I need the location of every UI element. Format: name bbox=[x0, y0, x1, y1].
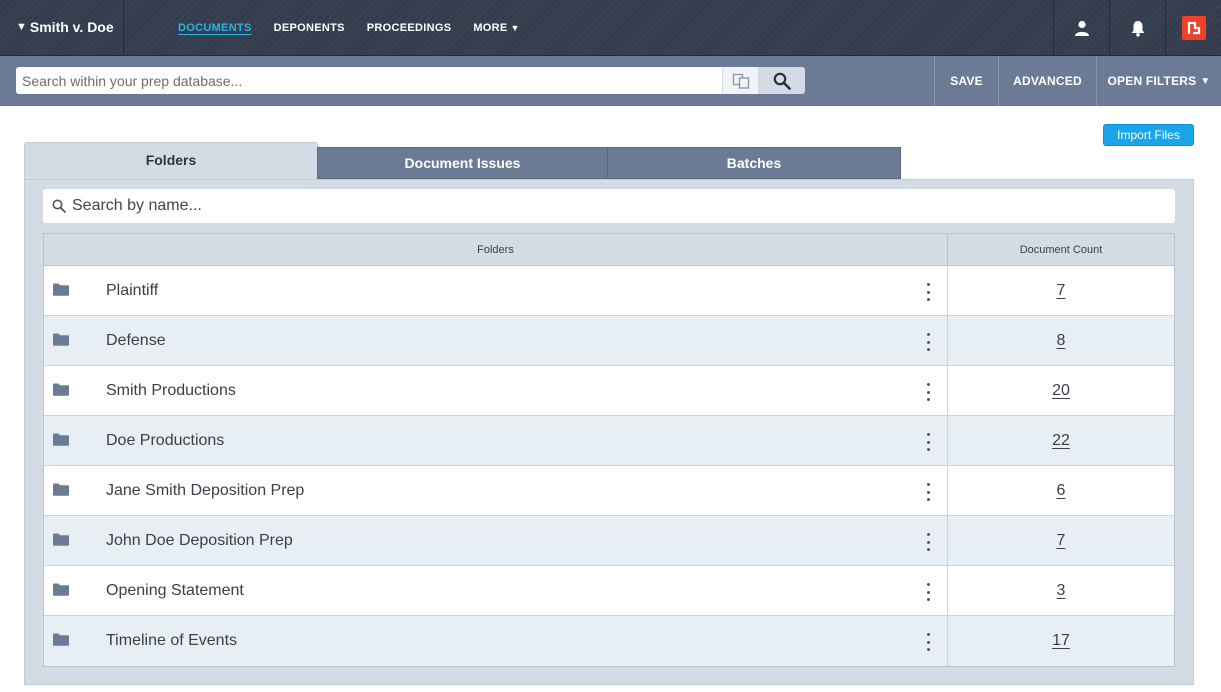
nav-documents[interactable]: DOCUMENTS bbox=[178, 22, 252, 34]
tab-document-issues[interactable]: Document Issues bbox=[317, 147, 608, 179]
folder-cell: Plaintiff bbox=[44, 266, 948, 315]
document-count-link[interactable]: 17 bbox=[948, 616, 1174, 666]
caret-down-icon: ▼ bbox=[510, 23, 520, 33]
table-row[interactable]: Defense 8 bbox=[44, 316, 1174, 366]
search-icon bbox=[52, 199, 66, 213]
caret-down-icon: ▼ bbox=[1200, 75, 1211, 87]
nav-right-icons bbox=[1053, 0, 1221, 56]
folder-name[interactable]: Plaintiff bbox=[106, 282, 158, 300]
more-options-icon[interactable] bbox=[924, 333, 932, 351]
more-options-icon[interactable] bbox=[924, 483, 932, 501]
folder-icon bbox=[53, 433, 69, 446]
folder-name[interactable]: Jane Smith Deposition Prep bbox=[106, 482, 304, 500]
app-logo-icon bbox=[1181, 16, 1206, 40]
folders-panel: Folders Document Count Plaintiff7Defense… bbox=[24, 179, 1194, 685]
advanced-button[interactable]: ADVANCED bbox=[998, 56, 1096, 106]
more-options-icon[interactable] bbox=[924, 433, 932, 451]
column-header-document-count[interactable]: Document Count bbox=[948, 234, 1174, 265]
document-count-link[interactable]: 20 bbox=[948, 366, 1174, 415]
table-row[interactable]: Jane Smith Deposition Prep 6 bbox=[44, 466, 1174, 516]
folder-name[interactable]: Smith Productions bbox=[106, 382, 236, 400]
nav-proceedings[interactable]: PROCEEDINGS bbox=[367, 22, 452, 34]
copy-icon bbox=[732, 73, 749, 89]
search-icon bbox=[773, 72, 791, 90]
folder-cell: John Doe Deposition Prep bbox=[44, 516, 948, 565]
document-count-link[interactable]: 8 bbox=[948, 316, 1174, 365]
document-count-link[interactable]: 3 bbox=[948, 566, 1174, 615]
document-count-link[interactable]: 6 bbox=[948, 466, 1174, 515]
more-options-icon[interactable] bbox=[924, 633, 932, 651]
folder-name[interactable]: Opening Statement bbox=[106, 582, 244, 600]
table-row[interactable]: Doe Productions 22 bbox=[44, 416, 1174, 466]
nav-deponents[interactable]: DEPONENTS bbox=[274, 22, 345, 34]
table-row[interactable]: Opening Statement 3 bbox=[44, 566, 1174, 616]
tab-folders[interactable]: Folders bbox=[24, 142, 318, 179]
folder-cell: Doe Productions bbox=[44, 416, 948, 465]
app-menu-button[interactable] bbox=[1165, 0, 1221, 56]
table-row[interactable]: Smith Productions 20 bbox=[44, 366, 1174, 416]
search-button[interactable] bbox=[758, 67, 805, 94]
folder-icon bbox=[53, 283, 69, 296]
folder-cell: Opening Statement bbox=[44, 566, 948, 615]
folder-search-box bbox=[43, 189, 1175, 223]
search-toolbar: SAVE ADVANCED OPEN FILTERS▼ bbox=[0, 56, 1221, 106]
user-button[interactable] bbox=[1053, 0, 1109, 56]
import-files-button[interactable]: Import Files bbox=[1103, 124, 1194, 146]
folder-cell: Defense bbox=[44, 316, 948, 365]
copy-search-button[interactable] bbox=[722, 67, 758, 94]
more-options-icon[interactable] bbox=[924, 283, 932, 301]
bell-icon bbox=[1131, 20, 1144, 37]
folder-name[interactable]: Doe Productions bbox=[106, 432, 224, 450]
case-selector[interactable]: ▼ Smith v. Doe bbox=[0, 0, 124, 56]
save-button[interactable]: SAVE bbox=[934, 56, 998, 106]
folder-name[interactable]: Defense bbox=[106, 332, 166, 350]
nav-more[interactable]: MORE ▼ bbox=[473, 22, 519, 34]
document-count-link[interactable]: 7 bbox=[948, 266, 1174, 315]
table-body: Plaintiff 7 Defense 8 Smith Productions 20 Doe… bbox=[44, 266, 1174, 666]
document-count-link[interactable]: 22 bbox=[948, 416, 1174, 465]
more-options-icon[interactable] bbox=[924, 383, 932, 401]
folder-cell: Smith Productions bbox=[44, 366, 948, 415]
folder-icon bbox=[53, 583, 69, 596]
folder-icon bbox=[53, 383, 69, 396]
document-count-link[interactable]: 7 bbox=[948, 516, 1174, 565]
folder-name[interactable]: John Doe Deposition Prep bbox=[106, 532, 293, 550]
open-filters-button[interactable]: OPEN FILTERS ▼ bbox=[1096, 56, 1221, 106]
case-title: Smith v. Doe bbox=[29, 19, 114, 35]
table-row[interactable]: Plaintiff 7 bbox=[44, 266, 1174, 316]
user-icon bbox=[1074, 20, 1089, 36]
notifications-button[interactable] bbox=[1109, 0, 1165, 56]
folder-icon bbox=[53, 633, 69, 646]
folder-search-input[interactable] bbox=[72, 197, 1152, 215]
folder-name[interactable]: Timeline of Events bbox=[106, 632, 237, 650]
main-nav-links: DOCUMENTS DEPONENTS PROCEEDINGS MORE ▼ bbox=[178, 0, 542, 56]
table-row[interactable]: Timeline of Events 17 bbox=[44, 616, 1174, 666]
nav-more-label: MORE bbox=[473, 22, 508, 34]
column-header-folders[interactable]: Folders bbox=[44, 234, 948, 265]
folder-icon bbox=[53, 483, 69, 496]
folders-table: Folders Document Count Plaintiff 7 Defense… bbox=[43, 233, 1175, 667]
tab-batches[interactable]: Batches bbox=[607, 147, 901, 179]
folder-icon bbox=[53, 533, 69, 546]
table-header: Folders Document Count bbox=[44, 234, 1174, 266]
top-nav: ▼ Smith v. Doe DOCUMENTS DEPONENTS PROCE… bbox=[0, 0, 1221, 56]
folder-icon bbox=[53, 333, 69, 346]
more-options-icon[interactable] bbox=[924, 533, 932, 551]
folder-cell: Timeline of Events bbox=[44, 616, 948, 666]
caret-down-icon: ▼ bbox=[16, 21, 27, 33]
search-actions: SAVE ADVANCED OPEN FILTERS ▼ bbox=[934, 56, 1221, 106]
folder-cell: Jane Smith Deposition Prep bbox=[44, 466, 948, 515]
database-search-input[interactable] bbox=[16, 67, 722, 94]
table-row[interactable]: John Doe Deposition Prep 7 bbox=[44, 516, 1174, 566]
more-options-icon[interactable] bbox=[924, 583, 932, 601]
open-filters-label: OPEN FILTERS bbox=[1107, 74, 1197, 88]
